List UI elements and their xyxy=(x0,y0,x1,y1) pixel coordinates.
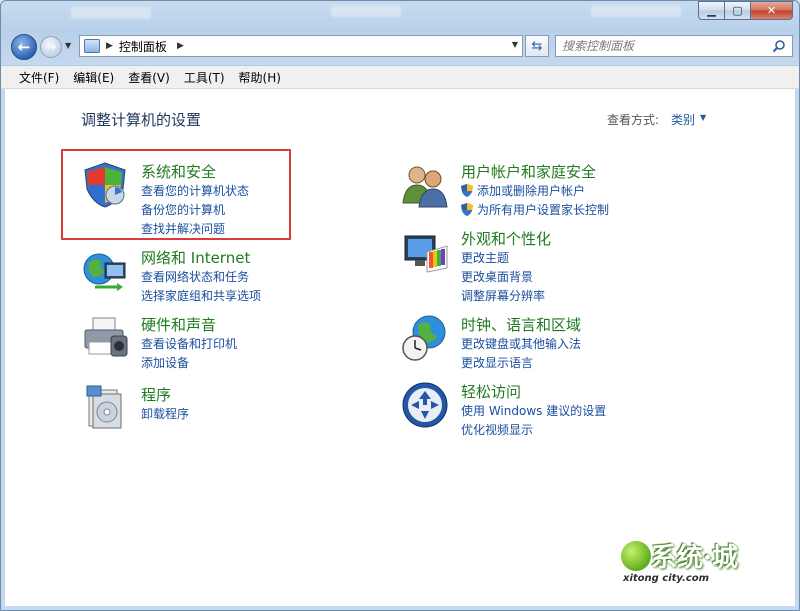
link-text[interactable]: 添加或删除用户帐户 xyxy=(477,182,585,199)
content-area: 调整计算机的设置 查看方式: 类别 ▼ 系统和安全 查看您的计算机状态 备份您的… xyxy=(5,89,795,606)
address-bar[interactable]: ▶ 控制面板 ▶ ▼ xyxy=(79,35,523,57)
category-hardware-sound: 硬件和声音 查看设备和打印机 添加设备 xyxy=(81,314,301,370)
link-parental-controls[interactable]: 为所有用户设置家长控制 xyxy=(461,201,609,218)
menu-help[interactable]: 帮助(H) xyxy=(233,67,287,88)
link-recommended-settings[interactable]: 使用 Windows 建议的设置 xyxy=(461,402,606,419)
category-title[interactable]: 轻松访问 xyxy=(461,381,521,402)
view-by-dropdown[interactable]: 类别 xyxy=(671,111,695,128)
highlight-box xyxy=(61,149,291,240)
recent-pages-dropdown[interactable]: ▼ xyxy=(65,41,71,50)
forward-button[interactable]: → xyxy=(40,36,62,58)
search-box[interactable] xyxy=(555,35,793,57)
search-icon[interactable] xyxy=(772,39,786,53)
page-title: 调整计算机的设置 xyxy=(81,111,202,129)
link-homegroup-sharing[interactable]: 选择家庭组和共享选项 xyxy=(141,287,261,304)
clock-globe-icon[interactable] xyxy=(401,314,449,362)
navigation-row: ← → ▼ ▶ 控制面板 ▶ ▼ ⇆ xyxy=(9,33,793,61)
category-network-internet: 网络和 Internet 查看网络状态和任务 选择家庭组和共享选项 xyxy=(81,247,301,303)
blurred-background xyxy=(591,5,681,17)
link-add-device[interactable]: 添加设备 xyxy=(141,354,189,371)
arrow-left-icon: ← xyxy=(17,38,31,56)
category-user-accounts: 用户帐户和家庭安全 添加或删除用户帐户 为所有用户设置家长控制 xyxy=(401,161,661,217)
category-title[interactable]: 硬件和声音 xyxy=(141,314,216,335)
minimize-button[interactable]: ▁ xyxy=(698,1,724,20)
search-input[interactable] xyxy=(562,39,762,53)
link-desktop-background[interactable]: 更改桌面背景 xyxy=(461,268,533,285)
control-panel-icon xyxy=(84,39,100,53)
breadcrumb-control-panel[interactable]: 控制面板 xyxy=(119,38,167,55)
window-controls: ▁ ▢ ✕ xyxy=(698,1,793,20)
menu-edit[interactable]: 编辑(E) xyxy=(67,67,120,88)
refresh-icon: ⇆ xyxy=(531,38,543,54)
close-button[interactable]: ✕ xyxy=(750,1,793,20)
arrow-right-icon: → xyxy=(45,39,57,55)
category-programs: 程序 卸载程序 xyxy=(81,384,301,434)
control-panel-window: ▁ ▢ ✕ ← → ▼ ▶ 控制面板 ▶ ▼ ⇆ 搜索控制面板 文件(F) 编辑… xyxy=(0,0,800,611)
back-button[interactable]: ← xyxy=(11,34,37,60)
title-bar[interactable]: ▁ ▢ ✕ xyxy=(1,1,799,29)
menu-tools[interactable]: 工具(T) xyxy=(178,67,231,88)
category-appearance: 外观和个性化 更改主题 更改桌面背景 调整屏幕分辨率 xyxy=(401,228,661,303)
refresh-button[interactable]: ⇆ xyxy=(525,35,549,57)
network-globe-icon[interactable] xyxy=(81,247,129,295)
link-text[interactable]: 为所有用户设置家长控制 xyxy=(477,201,609,218)
link-change-keyboard[interactable]: 更改键盘或其他输入法 xyxy=(461,335,581,352)
uac-shield-icon xyxy=(461,203,473,216)
site-watermark: 系统·城 xitong city.com xyxy=(615,537,775,597)
blurred-background xyxy=(71,7,151,19)
uac-shield-icon xyxy=(461,184,473,197)
menu-file[interactable]: 文件(F) xyxy=(13,67,65,88)
ease-of-access-icon[interactable] xyxy=(401,381,449,429)
category-title[interactable]: 用户帐户和家庭安全 xyxy=(461,161,596,182)
breadcrumb-chevron-icon[interactable]: ▶ xyxy=(177,41,184,51)
link-network-status[interactable]: 查看网络状态和任务 xyxy=(141,268,249,285)
users-icon[interactable] xyxy=(401,161,449,209)
watermark-url: xitong city.com xyxy=(623,573,710,584)
link-uninstall-program[interactable]: 卸载程序 xyxy=(141,405,189,422)
maximize-button[interactable]: ▢ xyxy=(724,1,750,20)
category-title[interactable]: 网络和 Internet xyxy=(141,247,250,268)
watermark-logo-icon xyxy=(621,541,651,571)
category-title[interactable]: 程序 xyxy=(141,384,171,405)
link-add-remove-accounts[interactable]: 添加或删除用户帐户 xyxy=(461,182,585,199)
watermark-text: 系统·城 xyxy=(651,543,739,573)
programs-icon[interactable] xyxy=(81,384,129,432)
menu-view[interactable]: 查看(V) xyxy=(122,67,176,88)
link-display-language[interactable]: 更改显示语言 xyxy=(461,354,533,371)
link-optimize-display[interactable]: 优化视频显示 xyxy=(461,421,533,438)
link-devices-printers[interactable]: 查看设备和打印机 xyxy=(141,335,237,352)
link-screen-resolution[interactable]: 调整屏幕分辨率 xyxy=(461,287,545,304)
address-dropdown-icon[interactable]: ▼ xyxy=(512,40,518,49)
window-bottom-border xyxy=(1,606,799,610)
menu-bar: 文件(F) 编辑(E) 查看(V) 工具(T) 帮助(H) xyxy=(1,65,799,89)
printer-icon[interactable] xyxy=(81,314,129,362)
category-ease-of-access: 轻松访问 使用 Windows 建议的设置 优化视频显示 xyxy=(401,381,661,437)
category-title[interactable]: 时钟、语言和区域 xyxy=(461,314,581,335)
monitor-palette-icon[interactable] xyxy=(401,228,449,276)
view-by-label: 查看方式: xyxy=(607,113,660,127)
breadcrumb-chevron-icon[interactable]: ▶ xyxy=(106,41,113,51)
category-title[interactable]: 外观和个性化 xyxy=(461,228,551,249)
chevron-down-icon[interactable]: ▼ xyxy=(700,113,706,122)
blurred-background xyxy=(331,5,401,17)
category-clock-language: 时钟、语言和区域 更改键盘或其他输入法 更改显示语言 xyxy=(401,314,661,370)
link-change-theme[interactable]: 更改主题 xyxy=(461,249,509,266)
